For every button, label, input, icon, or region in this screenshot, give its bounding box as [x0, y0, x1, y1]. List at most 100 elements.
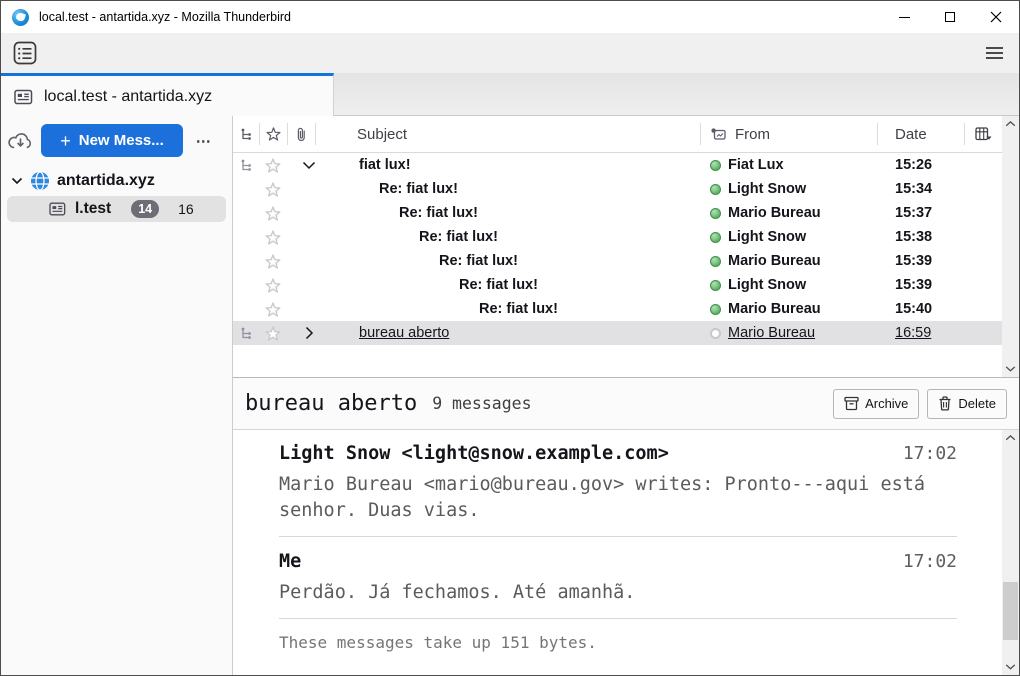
column-picker-button[interactable] [965, 116, 1002, 152]
unread-count-badge: 14 [131, 200, 159, 218]
unread-dot[interactable] [702, 256, 728, 267]
star-icon[interactable] [259, 302, 287, 317]
folder-pane-toggle-icon[interactable] [13, 41, 38, 66]
message-body: Mario Bureau <mario@bureau.gov> writes: … [279, 472, 957, 524]
unread-dot[interactable] [702, 328, 728, 339]
scroll-up-icon[interactable] [1005, 121, 1016, 127]
archive-button[interactable]: Archive [833, 389, 919, 419]
from-cell: Fiat Lux [728, 157, 878, 173]
star-icon[interactable] [259, 278, 287, 293]
thread-cell [233, 255, 259, 268]
subject-cell: Re: fiat lux! [331, 301, 702, 317]
star-column-header[interactable] [260, 116, 287, 152]
new-message-button[interactable]: + New Mess... [41, 124, 183, 157]
thread-cell [233, 159, 259, 172]
star-icon[interactable] [259, 206, 287, 221]
message-row[interactable]: Re: fiat lux! Mario Bureau 15:37 [233, 201, 1002, 225]
unread-column-header[interactable] [701, 116, 735, 152]
scroll-down-icon[interactable] [1005, 664, 1016, 670]
from-column-header[interactable]: From [735, 116, 877, 152]
message-row[interactable]: Re: fiat lux! Mario Bureau 15:39 [233, 249, 1002, 273]
from-cell: Mario Bureau [728, 205, 878, 221]
twisty-icon[interactable] [287, 326, 331, 340]
tab-local-test[interactable]: local.test - antartida.xyz [1, 73, 334, 117]
subject-cell: Re: fiat lux! [331, 253, 702, 269]
unified-toolbar [1, 33, 1019, 73]
message-time: 17:02 [903, 443, 957, 464]
paperclip-icon [296, 127, 307, 142]
message-pane-header: bureau aberto 9 messages Archive [233, 378, 1019, 430]
unread-dot[interactable] [702, 304, 728, 315]
titlebar: local.test - antartida.xyz - Mozilla Thu… [1, 1, 1019, 33]
message-row[interactable]: Re: fiat lux! Light Snow 15:39 [233, 273, 1002, 297]
thread-cell [233, 231, 259, 244]
thread-column-header[interactable] [233, 116, 259, 152]
cloud-download-icon[interactable] [7, 130, 34, 151]
message-row[interactable]: Re: fiat lux! Light Snow 15:38 [233, 225, 1002, 249]
star-icon[interactable] [259, 254, 287, 269]
content-area: Subject From Date [233, 116, 1019, 675]
minimize-button[interactable] [881, 1, 927, 33]
new-message-label: New Mess... [79, 132, 164, 149]
star-icon[interactable] [259, 230, 287, 245]
maximize-button[interactable] [927, 1, 973, 33]
message-pane-scrollbar[interactable] [1002, 430, 1019, 675]
scroll-up-icon[interactable] [1005, 435, 1016, 441]
date-cell: 15:37 [878, 205, 1002, 221]
twisty-icon[interactable] [287, 161, 331, 170]
unread-dot[interactable] [702, 160, 728, 171]
app-menu-button[interactable] [982, 43, 1007, 63]
message-row[interactable]: fiat lux! Fiat Lux 15:26 [233, 153, 1002, 177]
archive-icon [844, 396, 859, 411]
thread-cell [233, 207, 259, 220]
message-rows: fiat lux! Fiat Lux 15:26 Re: fiat lux! L… [233, 153, 1002, 345]
message-row[interactable]: Re: fiat lux! Light Snow 15:34 [233, 177, 1002, 201]
subject-column-header[interactable]: Subject [316, 116, 700, 152]
thread-pane-scrollbar[interactable] [1002, 116, 1019, 377]
message-body-wrap: Light Snow <light@snow.example.com> 17:0… [233, 430, 1019, 675]
thread-cell [233, 279, 259, 292]
folder-pane-toolbar: + New Mess... ⋯ [1, 124, 232, 166]
newspaper-icon [49, 201, 67, 217]
date-cell: 15:39 [878, 253, 1002, 269]
subject-cell: bureau aberto [331, 325, 702, 341]
sidebar-account-row[interactable]: antartida.xyz [1, 166, 232, 195]
date-cell: 15:40 [878, 301, 1002, 317]
message-thread-body: Light Snow <light@snow.example.com> 17:0… [233, 430, 1019, 675]
archive-label: Archive [865, 396, 908, 411]
subject-cell: Re: fiat lux! [331, 229, 702, 245]
from-cell: Mario Bureau [728, 325, 878, 341]
scrollbar-thumb[interactable] [1003, 582, 1018, 640]
close-button[interactable] [973, 1, 1019, 33]
subject-cell: Re: fiat lux! [331, 205, 702, 221]
message-pane: bureau aberto 9 messages Archive [233, 378, 1019, 675]
message-actions: Archive Delete [833, 389, 1007, 419]
total-count: 16 [178, 201, 194, 217]
message-item[interactable]: Me 17:02 Perdão. Já fechamos. Até amanhã… [279, 551, 957, 619]
delete-button[interactable]: Delete [927, 389, 1007, 419]
message-item[interactable]: Light Snow <light@snow.example.com> 17:0… [279, 443, 957, 537]
unread-dot[interactable] [702, 232, 728, 243]
message-row[interactable]: bureau aberto Mario Bureau 16:59 [233, 321, 1002, 345]
unread-dot[interactable] [702, 184, 728, 195]
message-row[interactable]: Re: fiat lux! Mario Bureau 15:40 [233, 297, 1002, 321]
tab-label: local.test - antartida.xyz [44, 88, 212, 106]
folder-pane-options-button[interactable]: ⋯ [190, 132, 218, 150]
message-header: Light Snow <light@snow.example.com> 17:0… [279, 443, 957, 464]
message-sender: Me [279, 551, 301, 572]
date-column-header[interactable]: Date [878, 116, 964, 152]
from-cell: Mario Bureau [728, 301, 878, 317]
sidebar-folder-ltest[interactable]: l.test 14 16 [7, 196, 226, 222]
subject-cell: Re: fiat lux! [331, 277, 702, 293]
scroll-down-icon[interactable] [1005, 366, 1016, 372]
trash-icon [938, 396, 952, 411]
unread-dot[interactable] [702, 208, 728, 219]
star-icon[interactable] [259, 158, 287, 173]
star-icon[interactable] [259, 326, 287, 341]
globe-icon [30, 171, 50, 191]
thread-cell [233, 183, 259, 196]
star-icon[interactable] [259, 182, 287, 197]
unread-dot[interactable] [702, 280, 728, 291]
attachment-column-header[interactable] [288, 116, 315, 152]
messages-container: Light Snow <light@snow.example.com> 17:0… [279, 443, 957, 619]
